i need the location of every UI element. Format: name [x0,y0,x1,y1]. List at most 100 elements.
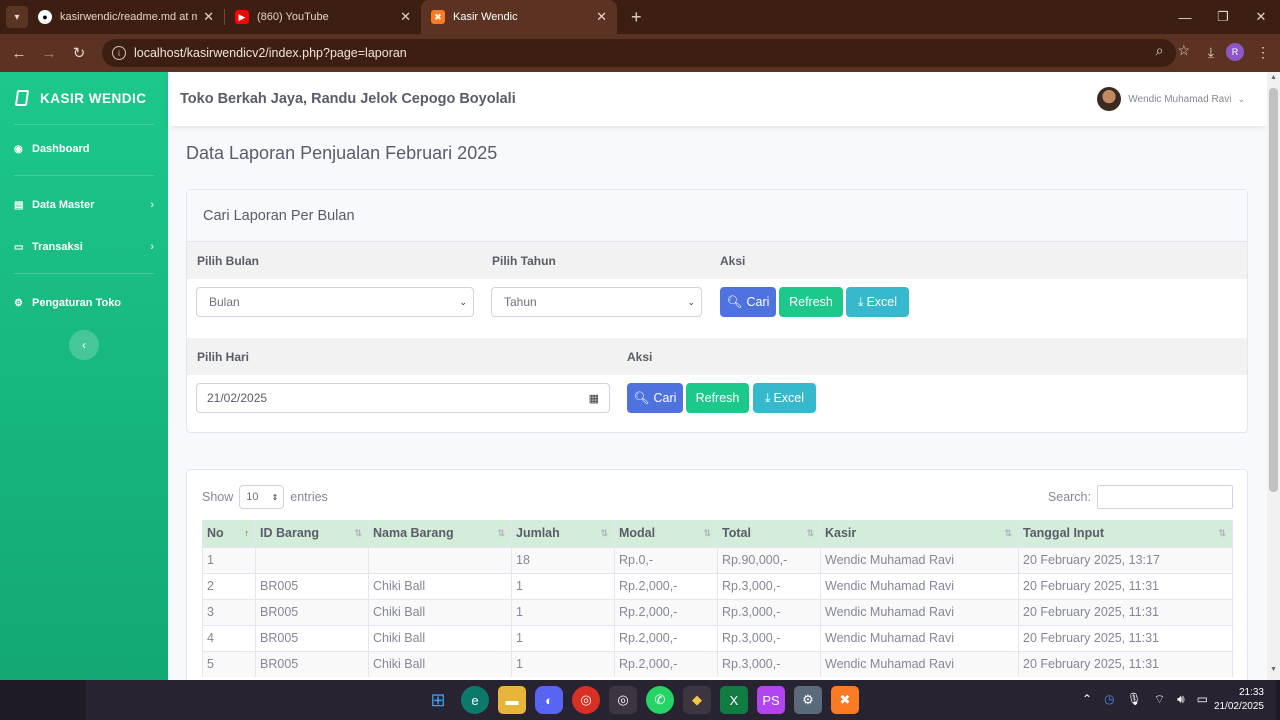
brand-name: KASIR WENDIC [40,90,147,106]
month-search-button[interactable]: 🔍︎ Cari [720,287,776,317]
sidebar-item-pengaturan-toko[interactable]: ⚙ Pengaturan Toko [0,282,168,324]
sort-icon: ⇅ [703,528,711,538]
column-header[interactable]: Nama Barang ⇅ [368,520,512,547]
whatsapp-icon[interactable]: ✆ [646,686,674,714]
chrome-profile-icon[interactable]: ◎ [609,686,637,714]
forward-icon[interactable]: → [34,45,64,62]
column-header[interactable]: ID Barang ⇅ [255,520,369,547]
cogs-icon: ⚙ [14,297,23,309]
date-input[interactable]: 21/02/2025 ▦ [196,383,610,413]
table-cell: 20 February 2025, 11:31 [1018,624,1233,651]
site-info-icon[interactable]: i [112,46,126,60]
column-header[interactable]: Kasir ⇅ [820,520,1019,547]
close-window-icon[interactable]: ✕ [1242,0,1280,34]
day-search-button[interactable]: 🔍︎ Cari [627,383,683,413]
profile-avatar[interactable]: R [1226,43,1244,61]
minimize-icon[interactable]: — [1166,0,1204,34]
chevron-down-icon: ⌄ [459,296,467,307]
table-row: 5 BR005 Chiki Ball 1 Rp.2,000,- Rp.3,000… [202,650,1233,677]
chevron-down-icon: ⌄ [687,296,695,307]
close-tab-icon[interactable]: ✕ [203,9,214,25]
address-bar[interactable]: i localhost/kasirwendicv2/index.php?page… [102,39,1176,67]
day-refresh-button[interactable]: Refresh [686,383,749,413]
git-icon[interactable]: ◆ [683,686,711,714]
user-dropdown[interactable]: Wendic Muhamad Ravi ⌄ [1097,87,1245,111]
month-excel-button[interactable]: ⤓ Excel [846,287,909,317]
entries-select[interactable]: 10 ⇕ [239,485,285,509]
main-content: Data Laporan Penjualan Februari 2025 Car… [168,126,1267,680]
browser-tab-kasir[interactable]: ✖ Kasir Wendic ✕ [421,0,617,34]
phpstorm-icon[interactable]: PS [757,686,785,714]
microphone-icon[interactable]: 🎙︎ [1127,692,1142,707]
table-cell: 1 [511,572,615,599]
divider [14,273,154,274]
column-header[interactable]: Modal ⇅ [614,520,718,547]
column-header[interactable]: No ↑ [202,520,256,547]
table-cell: 20 February 2025, 11:31 [1018,650,1233,677]
chevron-right-icon: › [150,241,154,253]
bookmark-star-icon[interactable]: ☆ [1177,42,1190,59]
table-cell: Rp.2,000,- [614,624,718,651]
window-controls: — ❐ ✕ [1166,0,1280,34]
battery-icon[interactable]: ▭ [1197,692,1208,707]
year-select[interactable]: Tahun ⌄ [491,287,702,317]
close-tab-icon[interactable]: ✕ [596,9,607,25]
table-length-control: Show 10 ⇕ entries [202,485,328,509]
table-cell: Rp.3,000,- [717,572,821,599]
tachometer-icon: ◉ [14,143,23,155]
new-tab-button[interactable]: + [631,7,642,28]
close-tab-icon[interactable]: ✕ [400,9,411,25]
download-icon[interactable]: ⤓ [1208,44,1214,61]
sort-icon: ⇅ [354,528,362,538]
table-cell: Rp.2,000,- [614,572,718,599]
volume-icon[interactable]: 🔊︎ [1177,692,1185,707]
col-pilih-hari: Pilih Hari [197,350,250,364]
settings-icon[interactable]: ⚙ [794,686,822,714]
table-cell: Wendic Muhamad Ravi [820,650,1019,677]
table-row: 3 BR005 Chiki Ball 1 Rp.2,000,- Rp.3,000… [202,598,1233,625]
discord-icon[interactable]: ◐ [535,686,563,714]
excel-icon[interactable]: X [720,686,748,714]
scrollbar-thumb[interactable] [1269,88,1278,492]
calendar-icon[interactable]: ▦ [589,392,599,405]
page-scrollbar[interactable]: ▲ ▼ [1267,72,1280,680]
month-select[interactable]: Bulan ⌄ [196,287,474,317]
zoom-icon[interactable]: ⌕ [1156,42,1164,59]
search-icon: 🔍︎ [633,390,650,405]
edge-icon[interactable]: e [461,686,489,714]
column-header[interactable]: Total ⇅ [717,520,821,547]
xampp-icon[interactable]: ✖ [831,686,859,714]
filter-card-title: Cari Laporan Per Bulan [187,190,1247,242]
scroll-down-icon[interactable]: ▼ [1270,666,1277,673]
sort-icon: ⇅ [600,528,608,538]
table-cell: Wendic Muhamad Ravi [820,572,1019,599]
table-cell: Wendic Muhamad Ravi [820,624,1019,651]
scroll-up-icon[interactable]: ▲ [1270,74,1277,81]
sidebar-toggle-button[interactable]: ‹ [69,330,99,360]
sidebar-item-transaksi[interactable]: ▭ Transaksi › [0,226,168,268]
menu-kebab-icon[interactable]: ⋮ [1256,44,1270,61]
day-excel-button[interactable]: ⤓ Excel [753,383,816,413]
clock-app-icon[interactable]: ◷ [1104,692,1114,707]
sidebar-item-dashboard[interactable]: ◉ Dashboard [0,128,168,170]
browser-tab-github[interactable]: ● kasirwendic/readme.md at main ✕ [28,0,224,34]
maximize-icon[interactable]: ❐ [1204,0,1242,34]
windows-start-icon[interactable]: ⊞ [424,686,452,714]
tray-overflow-icon[interactable]: ⌃ [1082,692,1092,707]
table-cell [368,546,512,573]
browser-tab-youtube[interactable]: ▶ (860) YouTube ✕ [225,0,421,34]
table-cell: Rp.3,000,- [717,650,821,677]
file-explorer-icon[interactable]: ▬ [498,686,526,714]
tab-search-button[interactable]: ▾ [6,6,28,28]
back-icon[interactable]: ← [4,45,34,62]
taskbar-clock[interactable]: 21:33 21/02/2025 [1214,686,1264,714]
reload-icon[interactable]: ↻ [64,44,94,62]
column-header[interactable]: Jumlah ⇅ [511,520,615,547]
sidebar-item-data-master[interactable]: ▤ Data Master › [0,184,168,226]
column-header[interactable]: Tanggal Input ⇅ [1018,520,1233,547]
sidebar-brand[interactable]: KASIR WENDIC [0,72,168,124]
wifi-icon[interactable]: ⌔ [1154,692,1165,707]
month-refresh-button[interactable]: Refresh [779,287,843,317]
chrome-icon[interactable]: ◎ [572,686,600,714]
table-search-input[interactable] [1097,485,1233,509]
